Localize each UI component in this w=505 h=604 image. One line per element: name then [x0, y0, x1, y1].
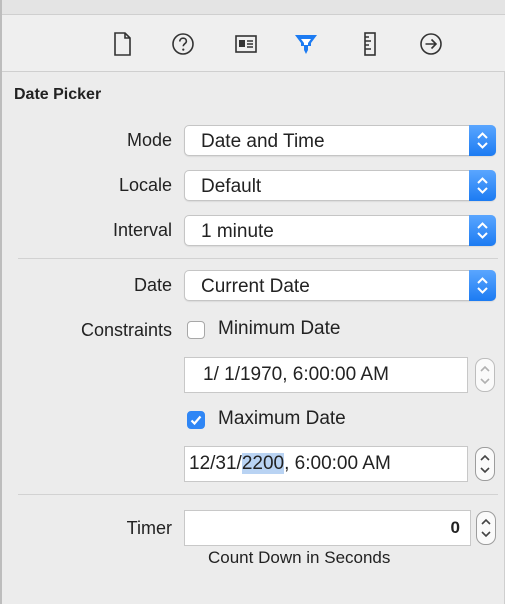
divider: [18, 258, 498, 259]
minimum-date-stepper[interactable]: [475, 358, 495, 392]
popup-arrows-icon: [469, 125, 496, 156]
size-ruler-icon[interactable]: [356, 30, 384, 58]
mode-label: Mode: [126, 130, 172, 150]
minimum-date-value: 1/ 1/1970, 6:00:00 AM: [203, 364, 389, 385]
divider: [18, 494, 498, 495]
minimum-date-label[interactable]: Minimum Date: [218, 318, 340, 340]
section-title: Date Picker: [14, 86, 102, 103]
maximum-date-time: , 6:00:00 AM: [284, 453, 391, 474]
file-icon[interactable]: [108, 30, 136, 58]
date-label: Date: [133, 275, 172, 295]
timer-label: Timer: [126, 518, 172, 538]
timer-value: 0: [450, 518, 460, 537]
maximum-date-label[interactable]: Maximum Date: [218, 408, 346, 430]
maximum-date-year-selected[interactable]: 2200: [241, 453, 285, 474]
locale-value: Default: [201, 176, 262, 197]
minimum-date-field[interactable]: 1/ 1/1970, 6:00:00 AM: [184, 357, 468, 393]
maximum-date-field[interactable]: 12/31/2200, 6:00:00 AM: [184, 446, 468, 482]
constraints-label: Constraints: [80, 320, 172, 340]
interval-label: Interval: [112, 220, 172, 240]
locale-label: Locale: [118, 175, 172, 195]
inspector-panel: Date Picker Mode Date and Time Locale De…: [0, 0, 505, 604]
maximum-date-stepper[interactable]: [475, 447, 495, 481]
mode-popup[interactable]: Date and Time: [184, 125, 496, 156]
interval-value: 1 minute: [201, 221, 274, 242]
maximum-date-month-day: 12/31/: [189, 453, 242, 474]
connections-icon[interactable]: [417, 30, 445, 58]
timer-stepper[interactable]: [476, 511, 496, 545]
inspector-toolbar: [2, 15, 505, 72]
minimum-date-checkbox[interactable]: [187, 321, 205, 339]
date-popup[interactable]: Current Date: [184, 270, 496, 301]
interval-popup[interactable]: 1 minute: [184, 215, 496, 246]
top-edge: [2, 0, 505, 15]
popup-arrows-icon: [469, 170, 496, 201]
locale-popup[interactable]: Default: [184, 170, 496, 201]
popup-arrows-icon: [469, 270, 496, 301]
popup-arrows-icon: [469, 215, 496, 246]
mode-value: Date and Time: [201, 131, 325, 152]
maximum-date-value: 12/31/2200, 6:00:00 AM: [189, 453, 391, 475]
timer-field[interactable]: 0: [184, 510, 471, 546]
date-value: Current Date: [201, 276, 310, 297]
timer-caption: Count Down in Seconds: [208, 548, 391, 567]
help-icon[interactable]: [169, 30, 197, 58]
attributes-icon[interactable]: [292, 30, 320, 58]
maximum-date-checkbox[interactable]: [187, 411, 205, 429]
identity-icon[interactable]: [232, 30, 260, 58]
